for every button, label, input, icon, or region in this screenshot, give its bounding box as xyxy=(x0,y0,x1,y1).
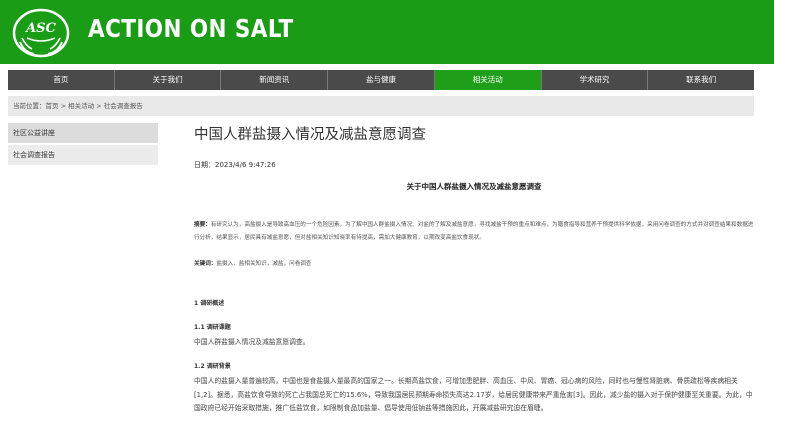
site-header: ASC ACTION ON SALT xyxy=(0,0,774,64)
section-heading: 1 调研概述 xyxy=(194,300,225,307)
nav-item-activities[interactable]: 相关活动 xyxy=(434,70,542,90)
breadcrumb-home[interactable]: 首页 xyxy=(46,102,59,110)
nav-item-contact[interactable]: 联系我们 xyxy=(648,70,754,90)
breadcrumb-section[interactable]: 相关活动 xyxy=(68,102,94,110)
sidebar-item-lectures[interactable]: 社区公益讲座 xyxy=(8,123,158,143)
main-nav: 首页 关于我们 新闻资讯 盐与健康 相关活动 学术研究 联系我们 xyxy=(8,70,754,90)
breadcrumb-separator: > xyxy=(58,102,69,110)
logo-icon[interactable]: ASC xyxy=(12,8,70,58)
nav-item-home[interactable]: 首页 xyxy=(8,70,115,90)
keywords-text: 盐摄入，盐相关知识，减盐，问卷调查 xyxy=(216,261,312,267)
abstract: 摘要：有研究认为，高盐摄入是导致高血压的一个危险因素。为了解中国人群盐摄入情况、… xyxy=(194,219,754,245)
article: 中国人群盐摄入情况及减盐意愿调查 日期：2023/4/6 9:47:26 关于中… xyxy=(194,120,754,412)
date-value: 2023/4/6 9:47:26 xyxy=(215,161,276,169)
brand-name[interactable]: ACTION ON SALT xyxy=(88,14,294,43)
date-label: 日期： xyxy=(194,161,215,169)
logo-text: ASC xyxy=(24,21,56,36)
breadcrumb-prefix: 当前位置： xyxy=(13,102,46,110)
breadcrumb: 当前位置：首页 > 相关活动 > 社会调查报告 xyxy=(8,96,754,116)
keywords: 关键词：盐摄入，盐相关知识，减盐，问卷调查 xyxy=(194,259,754,267)
nav-item-research[interactable]: 学术研究 xyxy=(542,70,649,90)
article-date: 日期：2023/4/6 9:47:26 xyxy=(194,160,276,170)
paragraph-background: 中国人的盐摄入量普遍较高，中国也是食盐摄入量最高的国家之一。长期高盐饮食，可增加… xyxy=(194,377,753,412)
abstract-text: 有研究认为，高盐摄入是导致高血压的一个危险因素。为了解中国人群盐摄入情况、对盐的… xyxy=(194,222,754,241)
document-title: 关于中国人群盐摄入情况及减盐意愿调查 xyxy=(406,182,542,191)
nav-item-news[interactable]: 新闻资讯 xyxy=(221,70,329,90)
subsection-heading-topic: 1.1 调研课题 xyxy=(194,324,231,331)
breadcrumb-separator: > xyxy=(94,102,104,110)
paragraph-topic: 中国人群盐摄入情况及减盐意愿调查。 xyxy=(194,338,310,346)
page-title: 中国人群盐摄入情况及减盐意愿调查 xyxy=(194,127,426,143)
keywords-label: 关键词： xyxy=(194,261,217,267)
nav-item-salt-health[interactable]: 盐与健康 xyxy=(328,70,435,90)
sidebar-item-survey-reports[interactable]: 社会调查报告 xyxy=(8,145,158,165)
nav-item-about[interactable]: 关于我们 xyxy=(115,70,222,90)
abstract-label: 摘要： xyxy=(194,222,211,228)
subsection-heading-background: 1.2 调研背景 xyxy=(194,363,231,370)
sidebar: 社区公益讲座 社会调查报告 xyxy=(8,123,158,167)
breadcrumb-current[interactable]: 社会调查报告 xyxy=(104,102,143,110)
